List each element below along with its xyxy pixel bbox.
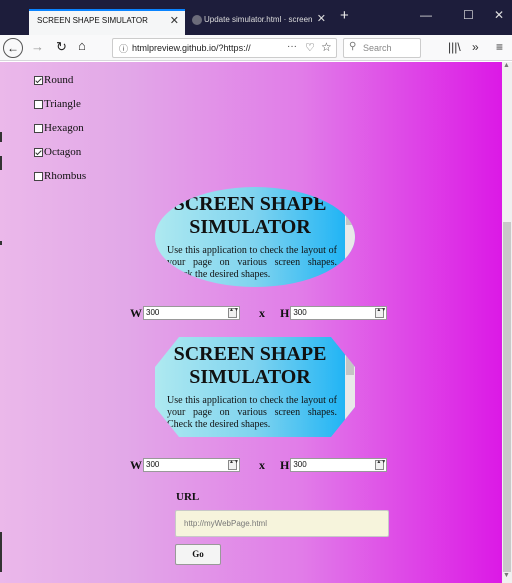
- round-dimensions: W 300 ▲▼ x H 300 ▲▼: [130, 305, 388, 321]
- spinner-icon[interactable]: ▲▼: [228, 308, 239, 318]
- go-button[interactable]: Go: [175, 544, 221, 565]
- page-actions-icon[interactable]: ···: [287, 41, 297, 52]
- spinner-icon[interactable]: ▲▼: [228, 460, 239, 470]
- home-button[interactable]: ⌂: [78, 38, 86, 53]
- search-box[interactable]: ⚲ Search: [343, 38, 421, 58]
- shape-option-hexagon[interactable]: Hexagon: [34, 116, 86, 140]
- width-label: W: [130, 305, 142, 320]
- shape-option-rhombus[interactable]: Rhombus: [34, 164, 86, 188]
- scroll-down-icon[interactable]: ▼: [503, 572, 510, 579]
- maximize-button[interactable]: ☐: [463, 8, 474, 22]
- tab-bar: SCREEN SHAPE SIMULATOR ✕ Update simulato…: [0, 0, 512, 35]
- shape-label: Hexagon: [44, 122, 84, 134]
- tab-title: Update simulator.html · screen: [204, 15, 313, 24]
- spinner-icon[interactable]: ▲▼: [375, 460, 386, 470]
- preview-title: SCREEN SHAPE SIMULATOR: [173, 193, 327, 238]
- page-scroll-thumb[interactable]: [503, 222, 511, 572]
- search-icon: ⚲: [349, 41, 357, 52]
- triangle-checkbox[interactable]: [34, 99, 43, 109]
- edge-mark: [0, 241, 2, 245]
- tab-screen-shape-simulator[interactable]: SCREEN SHAPE SIMULATOR ✕: [29, 9, 185, 35]
- page-scrollbar[interactable]: ▲ ▼: [502, 62, 512, 583]
- octagon-preview[interactable]: SCREEN SHAPE SIMULATOR Use this applicat…: [155, 337, 355, 437]
- library-icon[interactable]: |||\: [448, 40, 461, 54]
- height-label: H: [280, 457, 290, 472]
- shape-label: Triangle: [44, 98, 81, 110]
- overflow-menu-icon[interactable]: »: [472, 40, 479, 54]
- url-placeholder[interactable]: http://myWebPage.html: [184, 519, 267, 528]
- preview-scrollbar[interactable]: [345, 187, 355, 287]
- hamburger-menu-icon[interactable]: ≡: [496, 40, 503, 54]
- round-width-input[interactable]: 300 ▲▼: [143, 306, 240, 320]
- times-label: x: [259, 457, 265, 472]
- width-value[interactable]: 300: [146, 308, 159, 317]
- width-label: W: [130, 457, 142, 472]
- times-label: x: [259, 305, 265, 320]
- edge-mark: [0, 156, 2, 170]
- url-input[interactable]: http://myWebPage.html: [175, 510, 389, 537]
- navigation-toolbar: ← → ↻ ⌂ ⓘ htmlpreview.github.io/?https:/…: [0, 35, 512, 61]
- new-tab-button[interactable]: +: [340, 7, 349, 24]
- close-tab-icon[interactable]: ✕: [170, 14, 179, 27]
- page-viewport: Round Triangle Hexagon Octagon Rhombus S…: [0, 62, 502, 583]
- shape-option-octagon[interactable]: Octagon: [34, 140, 86, 164]
- shape-option-round[interactable]: Round: [34, 68, 86, 92]
- forward-button[interactable]: →: [31, 39, 44, 54]
- preview-scroll-thumb[interactable]: [346, 349, 354, 375]
- height-label: H: [280, 305, 290, 320]
- search-placeholder: Search: [363, 43, 392, 53]
- width-value[interactable]: 300: [146, 460, 159, 469]
- rhombus-checkbox[interactable]: [34, 171, 43, 181]
- preview-description: Use this application to check the layout…: [167, 245, 337, 280]
- tab-title: SCREEN SHAPE SIMULATOR: [37, 16, 148, 25]
- minimize-button[interactable]: —: [420, 8, 432, 22]
- address-bar[interactable]: ⓘ htmlpreview.github.io/?https:// ··· ♡ …: [112, 38, 337, 58]
- edge-mark: [0, 532, 2, 572]
- bookmark-star-icon[interactable]: ☆: [321, 40, 332, 54]
- back-button[interactable]: ←: [3, 38, 23, 58]
- scroll-up-icon[interactable]: ▲: [503, 62, 510, 69]
- url-label: URL: [176, 491, 200, 503]
- info-icon[interactable]: ⓘ: [119, 42, 128, 55]
- octagon-dimensions: W 300 ▲▼ x H 300 ▲▼: [130, 457, 388, 473]
- shape-label: Rhombus: [44, 170, 87, 182]
- height-value[interactable]: 300: [293, 460, 306, 469]
- preview-scrollbar[interactable]: [345, 337, 355, 437]
- octagon-width-input[interactable]: 300 ▲▼: [143, 458, 240, 472]
- shape-label: Octagon: [44, 146, 82, 158]
- address-text[interactable]: htmlpreview.github.io/?https://: [132, 43, 272, 53]
- preview-scroll-thumb[interactable]: [346, 199, 354, 225]
- height-value[interactable]: 300: [293, 308, 306, 317]
- shape-option-triangle[interactable]: Triangle: [34, 92, 86, 116]
- round-height-input[interactable]: 300 ▲▼: [290, 306, 388, 320]
- round-preview[interactable]: SCREEN SHAPE SIMULATOR Use this applicat…: [155, 187, 355, 287]
- tab-update-simulator[interactable]: Update simulator.html · screen ✕: [186, 9, 331, 35]
- github-icon: [192, 15, 202, 25]
- octagon-checkbox[interactable]: [34, 147, 43, 157]
- preview-title: SCREEN SHAPE SIMULATOR: [173, 343, 327, 388]
- pocket-icon[interactable]: ♡: [305, 41, 315, 54]
- shape-options: Round Triangle Hexagon Octagon Rhombus: [34, 68, 86, 188]
- round-checkbox[interactable]: [34, 75, 43, 85]
- octagon-height-input[interactable]: 300 ▲▼: [290, 458, 388, 472]
- reload-button[interactable]: ↻: [56, 39, 67, 55]
- preview-description: Use this application to check the layout…: [167, 395, 337, 430]
- close-tab-icon[interactable]: ✕: [317, 12, 326, 25]
- shape-label: Round: [44, 74, 74, 86]
- hexagon-checkbox[interactable]: [34, 123, 43, 133]
- spinner-icon[interactable]: ▲▼: [375, 308, 386, 318]
- edge-mark: [0, 132, 2, 142]
- window-close-button[interactable]: ✕: [494, 8, 504, 22]
